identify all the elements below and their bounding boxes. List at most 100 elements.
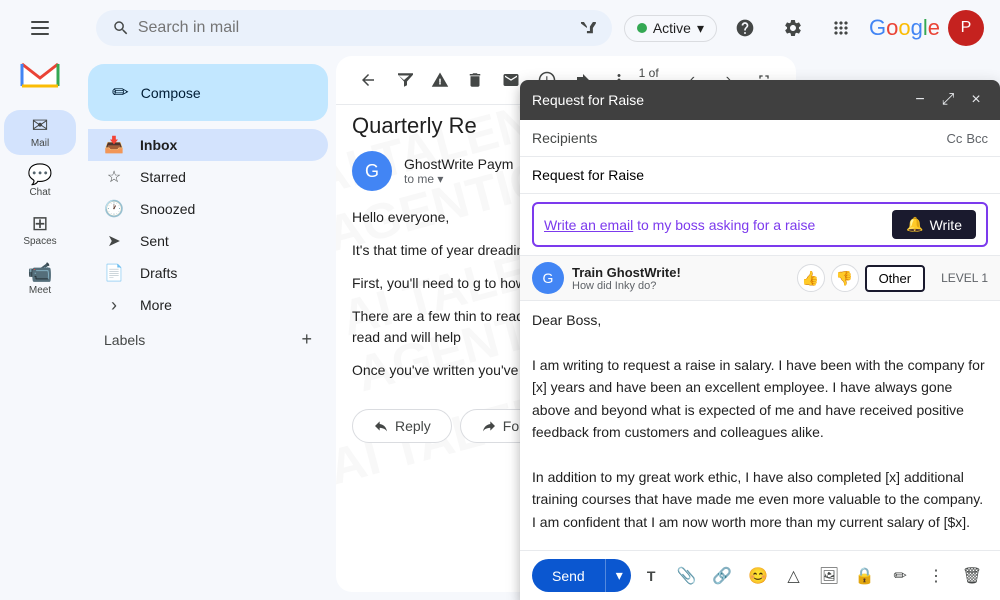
ghostwrite-write-button[interactable]: 🔔 Write <box>892 210 976 239</box>
sidebar-item-label-mail: Mail <box>31 138 49 149</box>
compose-modal-header: Request for Raise − ⤢ × <box>520 80 1000 120</box>
compose-expand-button[interactable]: ⤢ <box>936 88 960 112</box>
mail-icon: ✉ <box>32 116 49 136</box>
other-feedback-button[interactable]: Other <box>865 265 926 292</box>
spaces-icon: ⊞ <box>32 214 49 234</box>
add-label-button[interactable]: + <box>301 329 312 350</box>
prompt-write-email-link[interactable]: Write an email <box>544 217 633 233</box>
subject-input[interactable] <box>532 161 988 189</box>
write-btn-label: Write <box>930 217 962 233</box>
to-expand-icon[interactable]: ▾ <box>437 172 443 186</box>
nav-item-sent[interactable]: ➤ Sent <box>88 225 328 257</box>
nav-label-inbox: Inbox <box>140 137 177 153</box>
nav-label-starred: Starred <box>140 169 186 185</box>
settings-button[interactable] <box>773 8 813 48</box>
compose-label: Compose <box>141 85 201 101</box>
bcc-button[interactable]: Bcc <box>966 131 988 146</box>
thumbup-button[interactable]: 👍 <box>797 264 825 292</box>
ghostwrite-prompt: Write an email to my boss asking for a r… <box>532 202 988 247</box>
active-label: Active <box>653 20 691 36</box>
drafts-icon: 📄 <box>104 263 124 283</box>
insert-link-button[interactable]: 🔗 <box>707 560 739 592</box>
inbox-icon: 📥 <box>104 135 124 155</box>
search-bar[interactable] <box>96 10 612 46</box>
compose-para1: I am writing to request a raise in salar… <box>532 354 988 444</box>
prompt-write-email: Write an email to my boss asking for a r… <box>544 217 884 233</box>
sidebar-item-spaces[interactable]: ⊞ Spaces <box>4 208 76 253</box>
insert-drive-button[interactable]: △ <box>778 560 810 592</box>
confidential-mode-button[interactable]: 🔒 <box>849 560 881 592</box>
hamburger-menu-button[interactable] <box>20 8 60 48</box>
search-filter-icon[interactable] <box>578 18 596 38</box>
chat-icon: 💬 <box>28 165 53 185</box>
compose-footer: Send ▾ T 📎 🔗 😊 △ 🖼 🔒 ✏ ⋮ 🗑 <box>520 550 1000 600</box>
clock-icon: 🕐 <box>104 199 124 219</box>
sent-icon: ➤ <box>104 231 124 251</box>
nav-panel: ✏ Compose 📥 Inbox ☆ Starred 🕐 Snoozed ➤ … <box>80 56 336 600</box>
discard-draft-button[interactable]: 🗑 <box>956 560 988 592</box>
compose-footer-right: ⋮ 🗑 <box>920 560 988 592</box>
write-bell-icon: 🔔 <box>906 216 923 233</box>
help-button[interactable] <box>725 8 765 48</box>
user-avatar[interactable]: P <box>948 10 984 46</box>
reply-icon <box>373 418 389 434</box>
sidebar-item-meet[interactable]: 📹 Meet <box>4 257 76 302</box>
ghostwrite-prompt-area: Write an email to my boss asking for a r… <box>520 194 1000 256</box>
send-label[interactable]: Send <box>532 560 605 592</box>
insert-signature-button[interactable]: ✏ <box>884 560 916 592</box>
forward-icon <box>481 418 497 434</box>
nav-label-snoozed: Snoozed <box>140 201 195 217</box>
compose-salutation: Dear Boss, <box>532 309 988 331</box>
compose-close-button[interactable]: × <box>964 88 988 112</box>
meet-icon: 📹 <box>28 263 53 283</box>
compose-body[interactable]: Dear Boss, I am writing to request a rai… <box>520 301 1000 550</box>
nav-label-more: More <box>140 297 172 313</box>
sidebar-item-mail[interactable]: ✉ Mail <box>4 110 76 155</box>
sidebar-item-label-meet: Meet <box>29 285 51 296</box>
send-button[interactable]: Send ▾ <box>532 559 631 592</box>
compose-pencil-icon: ✏ <box>112 80 129 105</box>
ghostwrite-avatar: G <box>532 262 564 294</box>
report-spam-button[interactable] <box>424 64 456 96</box>
recipients-field[interactable]: Recipients Cc Bcc <box>532 124 988 152</box>
search-input[interactable] <box>138 19 570 37</box>
search-icon <box>112 18 130 38</box>
nav-item-inbox[interactable]: 📥 Inbox <box>88 129 328 161</box>
archive-button[interactable] <box>388 64 420 96</box>
compose-minimize-button[interactable]: − <box>908 88 932 112</box>
apps-button[interactable] <box>821 8 861 48</box>
insert-photo-button[interactable]: 🖼 <box>813 560 845 592</box>
compose-modal-title: Request for Raise <box>532 92 644 108</box>
nav-item-starred[interactable]: ☆ Starred <box>88 161 328 193</box>
sidebar-item-chat[interactable]: 💬 Chat <box>4 159 76 204</box>
reply-button[interactable]: Reply <box>352 409 452 443</box>
gmail-logo <box>20 60 60 90</box>
insert-emoji-button[interactable]: 😊 <box>742 560 774 592</box>
labels-header: Labels + <box>88 321 328 358</box>
cc-button[interactable]: Cc <box>946 131 962 146</box>
active-status-badge[interactable]: Active ▾ <box>624 15 717 42</box>
compose-para2: In addition to my great work ethic, I ha… <box>532 466 988 533</box>
nav-item-snoozed[interactable]: 🕐 Snoozed <box>88 193 328 225</box>
ghostwrite-feedback-buttons: 👍 👎 Other <box>797 264 926 292</box>
recipients-label: Recipients <box>532 130 597 146</box>
thumbdown-button[interactable]: 👎 <box>831 264 859 292</box>
topbar-right: Active ▾ Google P <box>624 8 984 48</box>
back-button[interactable] <box>352 64 384 96</box>
compose-button[interactable]: ✏ Compose <box>88 64 328 121</box>
more-options-button[interactable]: ⋮ <box>920 560 952 592</box>
ghostwrite-info: Train GhostWrite! How did Inky do? <box>572 265 789 292</box>
sender-avatar: G <box>352 151 392 191</box>
star-icon: ☆ <box>104 167 124 187</box>
attach-file-button[interactable]: 📎 <box>671 560 703 592</box>
active-dot <box>637 23 647 33</box>
nav-item-drafts[interactable]: 📄 Drafts <box>88 257 328 289</box>
nav-item-more[interactable]: › More <box>88 289 328 321</box>
delete-button[interactable] <box>459 64 491 96</box>
format-text-button[interactable]: T <box>635 560 667 592</box>
compose-modal: Request for Raise − ⤢ × Recipients Cc Bc… <box>520 80 1000 600</box>
send-dropdown-icon[interactable]: ▾ <box>605 559 632 592</box>
labels-title: Labels <box>104 332 145 348</box>
topbar: Active ▾ Google P <box>80 0 1000 56</box>
ghostwrite-subtitle: How did Inky do? <box>572 280 789 292</box>
